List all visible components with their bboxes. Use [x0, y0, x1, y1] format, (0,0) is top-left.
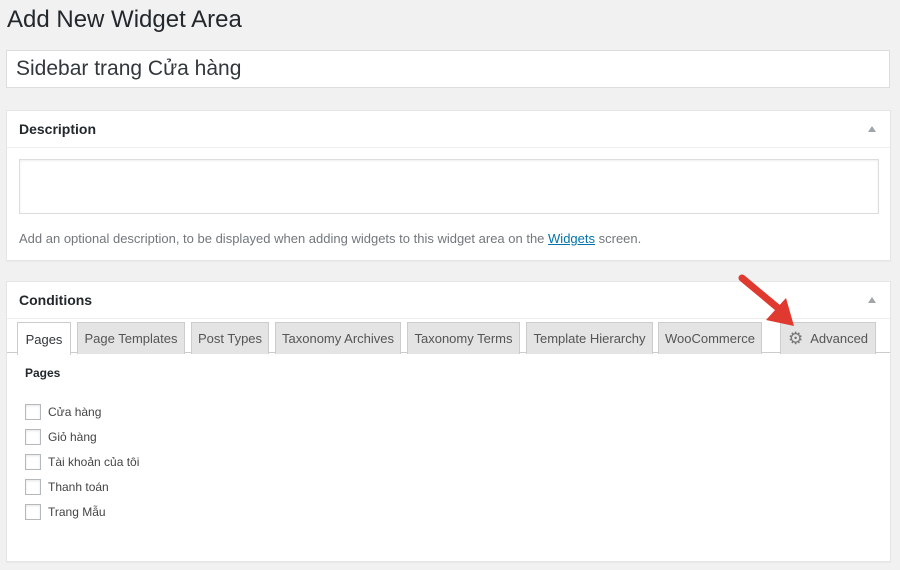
- collapse-arrow-icon[interactable]: [868, 297, 876, 303]
- tab-label: WooCommerce: [664, 331, 756, 346]
- tab-page-templates[interactable]: Page Templates: [77, 322, 185, 354]
- widgets-link[interactable]: Widgets: [548, 231, 595, 246]
- pages-heading: Pages: [25, 366, 61, 380]
- tab-post-types[interactable]: Post Types: [191, 322, 269, 354]
- tab-label: Taxonomy Archives: [282, 331, 394, 346]
- conditions-title: Conditions: [19, 292, 93, 308]
- tab-label: Template Hierarchy: [533, 331, 646, 346]
- description-textarea[interactable]: [19, 159, 879, 214]
- collapse-arrow-icon[interactable]: [868, 126, 876, 132]
- tab-taxonomy-terms[interactable]: Taxonomy Terms: [407, 322, 520, 354]
- annotation-arrow-icon: [738, 274, 794, 326]
- tab-label: Post Types: [197, 331, 263, 346]
- hint-text-prefix: Add an optional description, to be displ…: [19, 231, 549, 246]
- widget-area-title-input[interactable]: [6, 50, 890, 88]
- description-header[interactable]: Description: [7, 111, 890, 148]
- list-item[interactable]: Giỏ hàng: [25, 424, 139, 449]
- tab-label: Pages: [25, 331, 63, 347]
- checkbox-label: Cửa hàng: [48, 404, 102, 419]
- tab-taxonomy-archives[interactable]: Taxonomy Archives: [275, 322, 401, 354]
- description-title: Description: [19, 121, 97, 137]
- list-item[interactable]: Cửa hàng: [25, 399, 139, 424]
- checkbox[interactable]: [25, 403, 41, 420]
- checkbox-label: Trang Mẫu: [48, 504, 106, 519]
- hint-text-suffix: screen.: [595, 231, 642, 246]
- list-item[interactable]: Trang Mẫu: [25, 499, 139, 524]
- tab-label: Taxonomy Terms: [414, 331, 513, 346]
- page-title: Add New Widget Area: [7, 6, 242, 33]
- checkbox[interactable]: [25, 453, 41, 470]
- list-item[interactable]: Tài khoản của tôi: [25, 449, 139, 474]
- description-postbox: Description Add an optional description,…: [6, 110, 891, 261]
- tab-label: Page Templates: [84, 331, 178, 346]
- checkbox[interactable]: [25, 478, 41, 495]
- pages-checklist: Cửa hàng Giỏ hàng Tài khoản của tôi Than…: [25, 399, 139, 524]
- checkbox-label: Tài khoản của tôi: [48, 454, 140, 469]
- tab-label: Advanced: [810, 331, 869, 346]
- checkbox-label: Thanh toán: [48, 479, 109, 494]
- checkbox[interactable]: [25, 503, 41, 520]
- description-hint: Add an optional description, to be displ…: [19, 231, 641, 246]
- gear-icon: ⚙: [787, 329, 804, 348]
- checkbox[interactable]: [25, 428, 41, 445]
- tab-template-hierarchy[interactable]: Template Hierarchy: [526, 322, 653, 354]
- list-item[interactable]: Thanh toán: [25, 474, 139, 499]
- tab-pages[interactable]: Pages: [17, 322, 71, 355]
- checkbox-label: Giỏ hàng: [48, 429, 97, 444]
